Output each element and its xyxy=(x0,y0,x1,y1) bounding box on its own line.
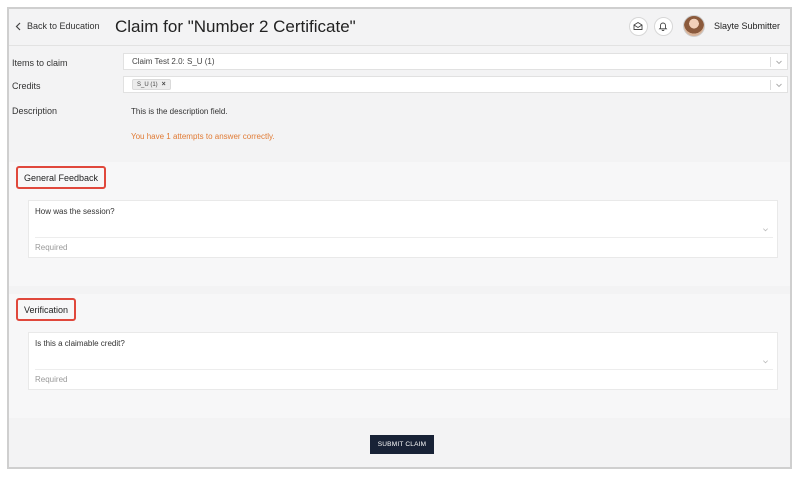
verification-title: Verification xyxy=(16,298,77,321)
verification-question: Is this a claimable credit? xyxy=(35,339,125,348)
notifications-button[interactable] xyxy=(653,16,673,36)
page-header: Back to Education Claim for "Number 2 Ce… xyxy=(9,9,790,46)
remove-tag-icon[interactable]: × xyxy=(162,81,166,88)
chevron-down-icon xyxy=(763,228,768,232)
credits-row: Credits S_U (1) × xyxy=(9,76,790,96)
select-divider xyxy=(770,57,771,67)
credits-label: Credits xyxy=(12,81,41,91)
verification-answer-select[interactable] xyxy=(35,350,773,370)
items-to-claim-label: Items to claim xyxy=(12,58,68,68)
description-label: Description xyxy=(12,106,58,116)
credit-tag-label: S_U (1) xyxy=(137,81,158,88)
general-feedback-title: General Feedback xyxy=(16,166,107,189)
feedback-question-card: How was the session? Required xyxy=(28,200,778,258)
credit-tag: S_U (1) × xyxy=(132,79,171,90)
header-actions: Slayte Submitter xyxy=(628,15,780,37)
general-feedback-section: General Feedback How was the session? Re… xyxy=(9,162,790,286)
items-to-claim-row: Items to claim Claim Test 2.0: S_U (1) xyxy=(9,53,790,73)
chevron-down-icon xyxy=(776,83,782,88)
items-to-claim-value: Claim Test 2.0: S_U (1) xyxy=(132,57,215,66)
description-text: This is the description field. xyxy=(131,107,228,116)
avatar[interactable] xyxy=(682,15,705,37)
description-row: Description This is the description fiel… xyxy=(9,102,790,160)
chevron-down-icon xyxy=(763,360,768,364)
app-window: Back to Education Claim for "Number 2 Ce… xyxy=(7,7,792,469)
required-hint: Required xyxy=(35,243,68,252)
select-divider xyxy=(770,80,771,90)
feedback-question: How was the session? xyxy=(35,207,115,216)
required-hint: Required xyxy=(35,375,68,384)
submit-claim-button[interactable]: SUBMIT CLAIM xyxy=(370,435,434,454)
chevron-down-icon xyxy=(776,60,782,65)
verification-section: Verification Is this a claimable credit?… xyxy=(9,294,790,418)
chevron-left-icon xyxy=(15,22,21,30)
page-title: Claim for "Number 2 Certificate" xyxy=(115,17,356,36)
mail-button[interactable] xyxy=(628,16,648,36)
verification-question-card: Is this a claimable credit? Required xyxy=(28,332,778,390)
credits-select[interactable]: S_U (1) × xyxy=(123,76,788,93)
user-name[interactable]: Slayte Submitter xyxy=(714,21,780,31)
back-to-education-link[interactable]: Back to Education xyxy=(15,21,100,31)
back-link-label: Back to Education xyxy=(27,21,100,31)
mail-icon xyxy=(634,21,643,30)
bell-icon xyxy=(659,22,668,31)
attempts-notice: You have 1 attempts to answer correctly. xyxy=(131,132,275,141)
items-to-claim-select[interactable]: Claim Test 2.0: S_U (1) xyxy=(123,53,788,70)
feedback-answer-select[interactable] xyxy=(35,218,773,238)
